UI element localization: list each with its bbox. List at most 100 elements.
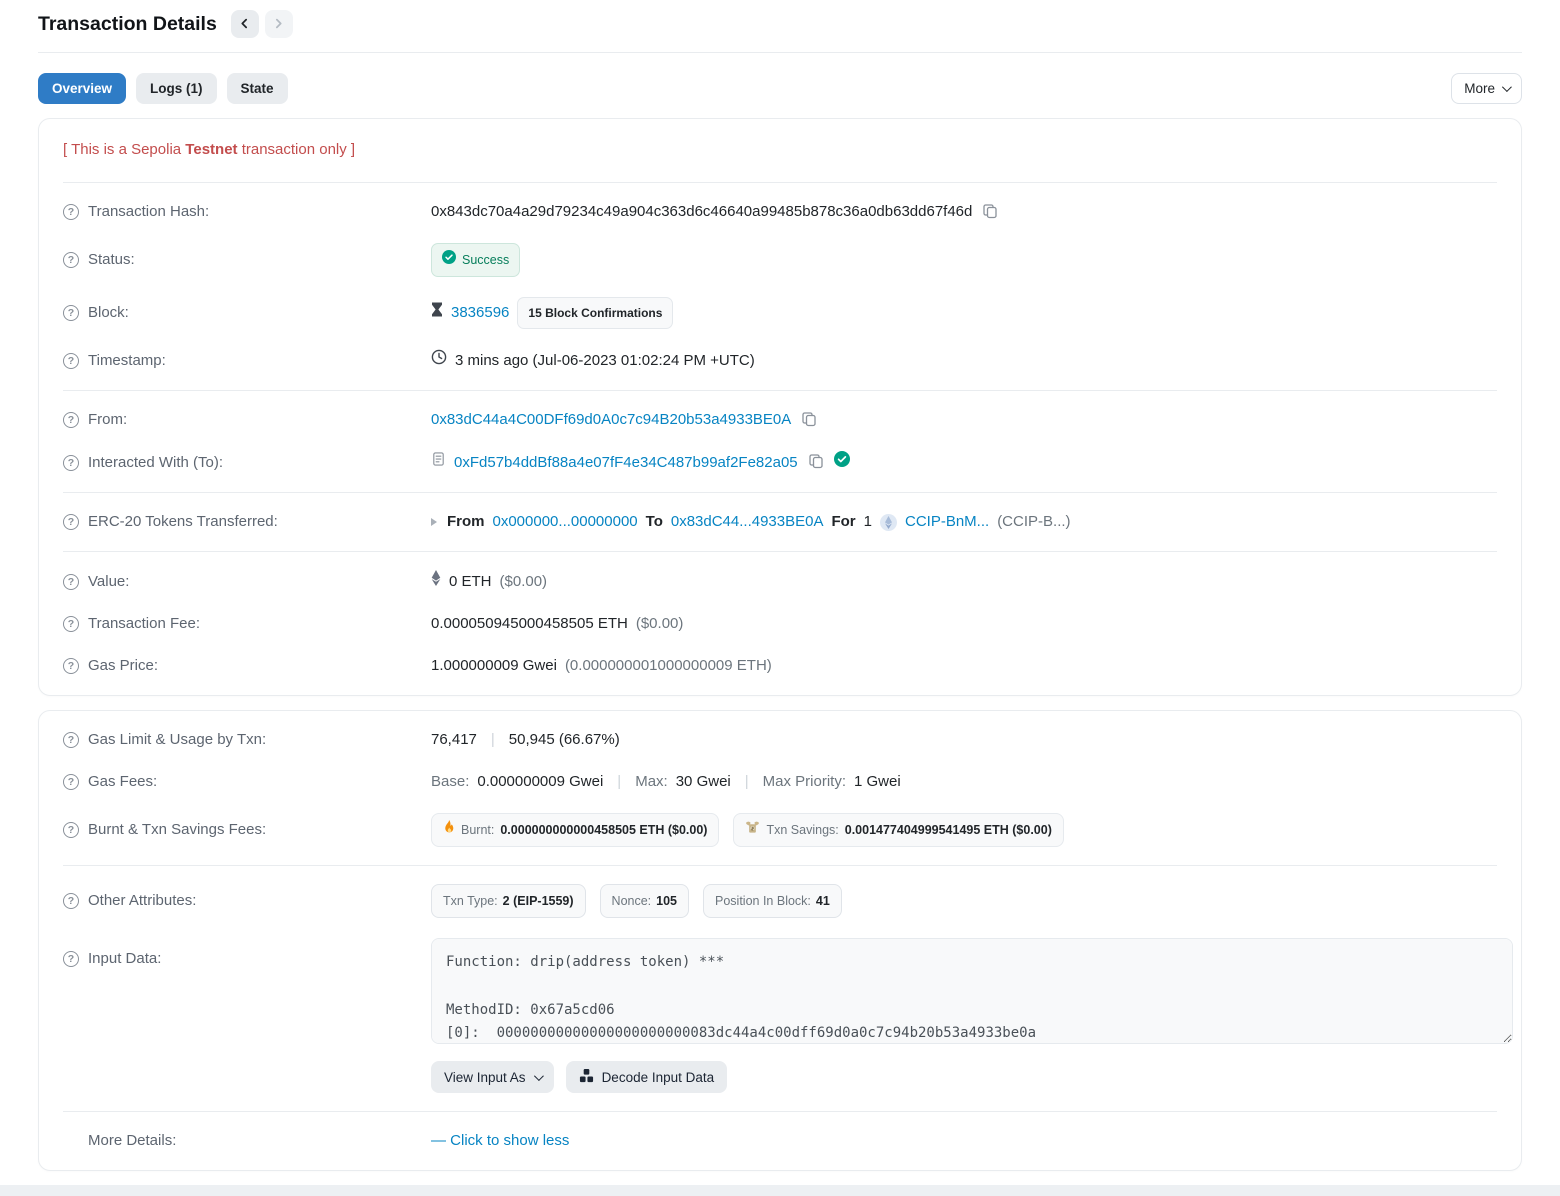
next-txn-button[interactable] (265, 10, 293, 38)
copy-icon (982, 203, 998, 222)
help-icon[interactable] (63, 305, 79, 321)
tab-overview[interactable]: Overview (38, 73, 126, 104)
gas-fees-label: Gas Fees: (88, 771, 157, 793)
help-icon[interactable] (63, 658, 79, 674)
erc20-to-address-link[interactable]: 0x83dC44...4933BE0A (671, 511, 824, 533)
page-header: Transaction Details (38, 0, 1522, 53)
timestamp-row: Timestamp: 3 mins ago (Jul-06-2023 01:02… (63, 339, 1497, 382)
flame-icon (443, 819, 455, 841)
testnet-warning: [ This is a Sepolia Testnet transaction … (63, 127, 1497, 174)
clock-icon (431, 349, 447, 372)
help-icon[interactable] (63, 951, 79, 967)
tabs-row: Overview Logs (1) State More (38, 73, 1522, 104)
divider (63, 1111, 1497, 1112)
status-badge-label: Success (462, 249, 509, 271)
footer-strip (0, 1185, 1560, 1196)
input-data-label: Input Data: (88, 948, 161, 970)
input-data-row: Input Data: Function: drip(address token… (63, 928, 1497, 1103)
view-input-as-button[interactable]: View Input As (431, 1061, 554, 1093)
txn-savings-value: 0.001477404999541495 ETH ($0.00) (845, 819, 1052, 841)
value-usd: ($0.00) (500, 571, 548, 593)
help-icon[interactable] (63, 204, 79, 220)
page-title: Transaction Details (38, 13, 217, 36)
erc20-amount: 1 (864, 511, 872, 533)
transaction-details-page: Transaction Details Overview Logs (1) St… (0, 0, 1560, 1171)
gas-price-eth: (0.000000001000000009 ETH) (565, 655, 772, 677)
more-details-label: More Details: (88, 1130, 176, 1152)
block-number-link[interactable]: 3836596 (451, 302, 509, 324)
chevron-left-icon (239, 17, 250, 32)
hourglass-icon (431, 302, 443, 324)
base-fee-value: 0.000000009 Gwei (477, 771, 603, 793)
previous-txn-button[interactable] (231, 10, 259, 38)
check-circle-icon (442, 249, 456, 271)
help-icon[interactable] (63, 455, 79, 471)
copy-hash-button[interactable] (980, 203, 1000, 222)
chevron-down-icon (534, 1071, 544, 1081)
position-in-block-badge: Position In Block: 41 (703, 884, 842, 918)
help-icon[interactable] (63, 774, 79, 790)
gas-price-row: Gas Price: 1.000000009 Gwei (0.000000001… (63, 645, 1497, 687)
transaction-fee-row: Transaction Fee: 0.000050945000458505 ET… (63, 603, 1497, 645)
transaction-hash-label: Transaction Hash: (88, 201, 209, 223)
help-icon[interactable] (63, 252, 79, 268)
decode-input-data-button[interactable]: Decode Input Data (566, 1061, 728, 1093)
txn-savings-badge: Txn Savings: 0.001477404999541495 ETH ($… (733, 813, 1063, 847)
max-fee-label: Max: (635, 771, 668, 793)
token-logo-icon (880, 514, 897, 531)
value-label: Value: (88, 571, 129, 593)
to-address-link[interactable]: 0xFd57b4ddBf88a4e07fF4e34C487b99af2Fe82a… (454, 452, 798, 474)
copy-to-address-button[interactable] (806, 453, 826, 472)
details-card: Gas Limit & Usage by Txn: 76,417 | 50,94… (38, 710, 1522, 1171)
chevron-right-icon (273, 17, 284, 32)
value-row: Value: 0 ETH ($0.00) (63, 560, 1497, 603)
erc20-transfers-label: ERC-20 Tokens Transferred: (88, 511, 278, 533)
gas-used-value: 50,945 (66.67%) (509, 729, 620, 751)
more-details-row: More Details: — Click to show less (63, 1120, 1497, 1162)
from-address-link[interactable]: 0x83dC44a4C00DFf69d0A0c7c94B20b53a4933BE… (431, 409, 791, 431)
help-icon[interactable] (63, 616, 79, 632)
contract-file-icon (431, 451, 446, 474)
transaction-hash-row: Transaction Hash: 0x843dc70a4a29d79234c4… (63, 191, 1497, 233)
help-icon[interactable] (63, 822, 79, 838)
transaction-fee-label: Transaction Fee: (88, 613, 200, 635)
max-priority-value: 1 Gwei (854, 771, 901, 793)
divider (63, 390, 1497, 391)
help-icon[interactable] (63, 412, 79, 428)
caret-right-icon (431, 518, 437, 526)
token-symbol: (CCIP-B...) (997, 511, 1070, 533)
eth-diamond-icon (431, 570, 441, 593)
tab-state[interactable]: State (227, 73, 288, 104)
token-name-link[interactable]: CCIP-BnM... (905, 511, 989, 533)
copy-from-address-button[interactable] (799, 411, 819, 430)
base-fee-label: Base: (431, 771, 469, 793)
timestamp-value: 3 mins ago (Jul-06-2023 01:02:24 PM +UTC… (455, 350, 755, 372)
help-icon[interactable] (63, 353, 79, 369)
max-fee-value: 30 Gwei (676, 771, 731, 793)
help-icon[interactable] (63, 732, 79, 748)
decode-input-data-label: Decode Input Data (602, 1070, 715, 1085)
input-data-textarea[interactable]: Function: drip(address token) *** Method… (431, 938, 1513, 1044)
from-row: From: 0x83dC44a4C00DFf69d0A0c7c94B20b53a… (63, 399, 1497, 441)
status-badge: Success (431, 243, 520, 277)
divider (63, 492, 1497, 493)
gas-price-amount: 1.000000009 Gwei (431, 655, 557, 677)
tab-list: Overview Logs (1) State (38, 73, 288, 104)
more-button[interactable]: More (1451, 73, 1522, 104)
transaction-fee-amount: 0.000050945000458505 ETH (431, 613, 628, 635)
copy-icon (808, 453, 824, 472)
other-attributes-label: Other Attributes: (88, 890, 196, 912)
copy-icon (801, 411, 817, 430)
help-icon[interactable] (63, 514, 79, 530)
burnt-savings-label: Burnt & Txn Savings Fees: (88, 819, 266, 841)
help-icon[interactable] (63, 893, 79, 909)
timestamp-label: Timestamp: (88, 350, 166, 372)
help-icon[interactable] (63, 574, 79, 590)
show-less-link[interactable]: — Click to show less (431, 1130, 569, 1152)
view-input-as-label: View Input As (444, 1070, 526, 1085)
other-attributes-row: Other Attributes: Txn Type: 2 (EIP-1559)… (63, 874, 1497, 928)
more-button-label: More (1464, 81, 1495, 96)
tab-logs[interactable]: Logs (1) (136, 73, 217, 104)
erc20-for-word: For (831, 511, 855, 533)
erc20-from-address-link[interactable]: 0x000000...00000000 (493, 511, 638, 533)
